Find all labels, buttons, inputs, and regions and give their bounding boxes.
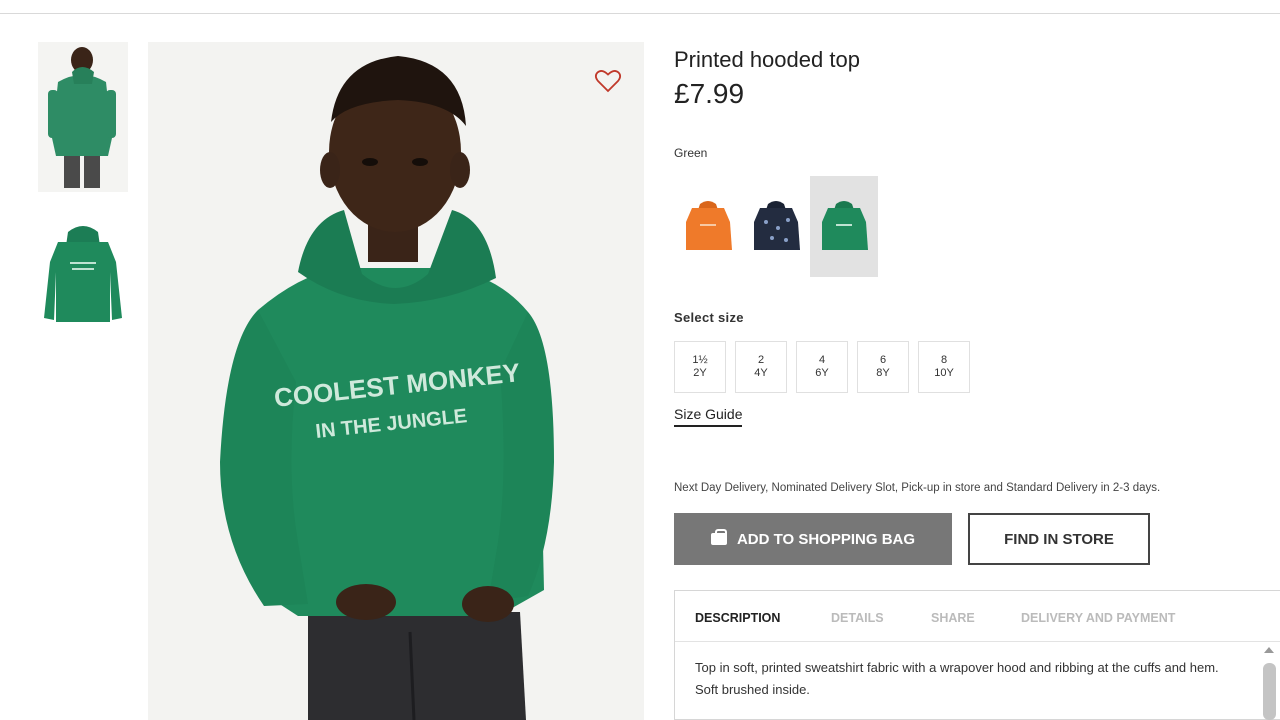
tab-delivery-and-payment[interactable]: DELIVERY AND PAYMENT xyxy=(1021,611,1175,625)
size-option-4y[interactable]: 2 4Y xyxy=(735,341,787,393)
navy-hoodie-icon xyxy=(754,201,800,250)
select-size-label: Select size xyxy=(674,310,744,325)
thumbnail-model[interactable] xyxy=(38,42,128,192)
green-hoodie-icon xyxy=(822,201,868,250)
tab-divider xyxy=(675,641,1280,642)
delivery-info: Next Day Delivery, Nominated Delivery Sl… xyxy=(674,482,1161,494)
color-swatch-navy[interactable] xyxy=(742,176,810,277)
size-age-label: 1½ xyxy=(692,354,708,366)
color-swatch-orange[interactable] xyxy=(674,176,742,277)
size-option-2y[interactable]: 1½ 2Y xyxy=(674,341,726,393)
size-option-10y[interactable]: 8 10Y xyxy=(918,341,970,393)
size-year-label: 6Y xyxy=(815,367,829,379)
scroll-up-icon[interactable] xyxy=(1264,647,1274,653)
find-in-store-button[interactable]: FIND IN STORE xyxy=(968,513,1150,565)
color-swatch-green[interactable] xyxy=(810,176,878,277)
description-text: Top in soft, printed sweatshirt fabric w… xyxy=(695,660,1219,697)
size-year-label: 4Y xyxy=(754,367,768,379)
thumbnail-model-image xyxy=(38,42,128,192)
size-option-8y[interactable]: 6 8Y xyxy=(857,341,909,393)
size-option-6y[interactable]: 4 6Y xyxy=(796,341,848,393)
product-price: £7.99 xyxy=(674,78,745,109)
add-to-bag-label: ADD TO SHOPPING BAG xyxy=(736,530,916,548)
shopping-bag-icon xyxy=(710,529,727,545)
top-divider xyxy=(0,0,1280,14)
model-photo: COOLEST MONKEY IN THE JUNGLE xyxy=(148,42,644,720)
scroll-thumb[interactable] xyxy=(1263,663,1276,720)
size-year-label: 2Y xyxy=(693,367,707,379)
product-title: Printed hooded top xyxy=(674,47,860,72)
heart-icon xyxy=(594,70,622,93)
size-age-label: 6 xyxy=(879,354,887,366)
tab-details[interactable]: DETAILS xyxy=(831,611,884,625)
size-age-label: 4 xyxy=(818,354,826,366)
size-age-label: 2 xyxy=(757,354,765,366)
thumbnail-product[interactable] xyxy=(38,212,128,332)
main-product-image: COOLEST MONKEY IN THE JUNGLE xyxy=(148,42,644,720)
add-to-bag-button[interactable]: ADD TO SHOPPING BAG xyxy=(674,513,952,565)
wishlist-button[interactable] xyxy=(594,68,622,94)
tab-description[interactable]: DESCRIPTION xyxy=(695,611,780,625)
description-scrollbar[interactable] xyxy=(1258,641,1280,720)
thumbnail-product-image xyxy=(38,212,128,332)
tab-share[interactable]: SHARE xyxy=(931,611,975,625)
size-year-label: 10Y xyxy=(934,367,954,379)
size-age-label: 8 xyxy=(940,354,948,366)
size-year-label: 8Y xyxy=(876,367,890,379)
product-info-panel: DESCRIPTION DETAILS SHARE DELIVERY AND P… xyxy=(674,590,1280,720)
size-guide-link[interactable]: Size Guide xyxy=(674,406,743,427)
selected-color-label: Green xyxy=(674,146,708,160)
orange-hoodie-icon xyxy=(686,201,732,250)
